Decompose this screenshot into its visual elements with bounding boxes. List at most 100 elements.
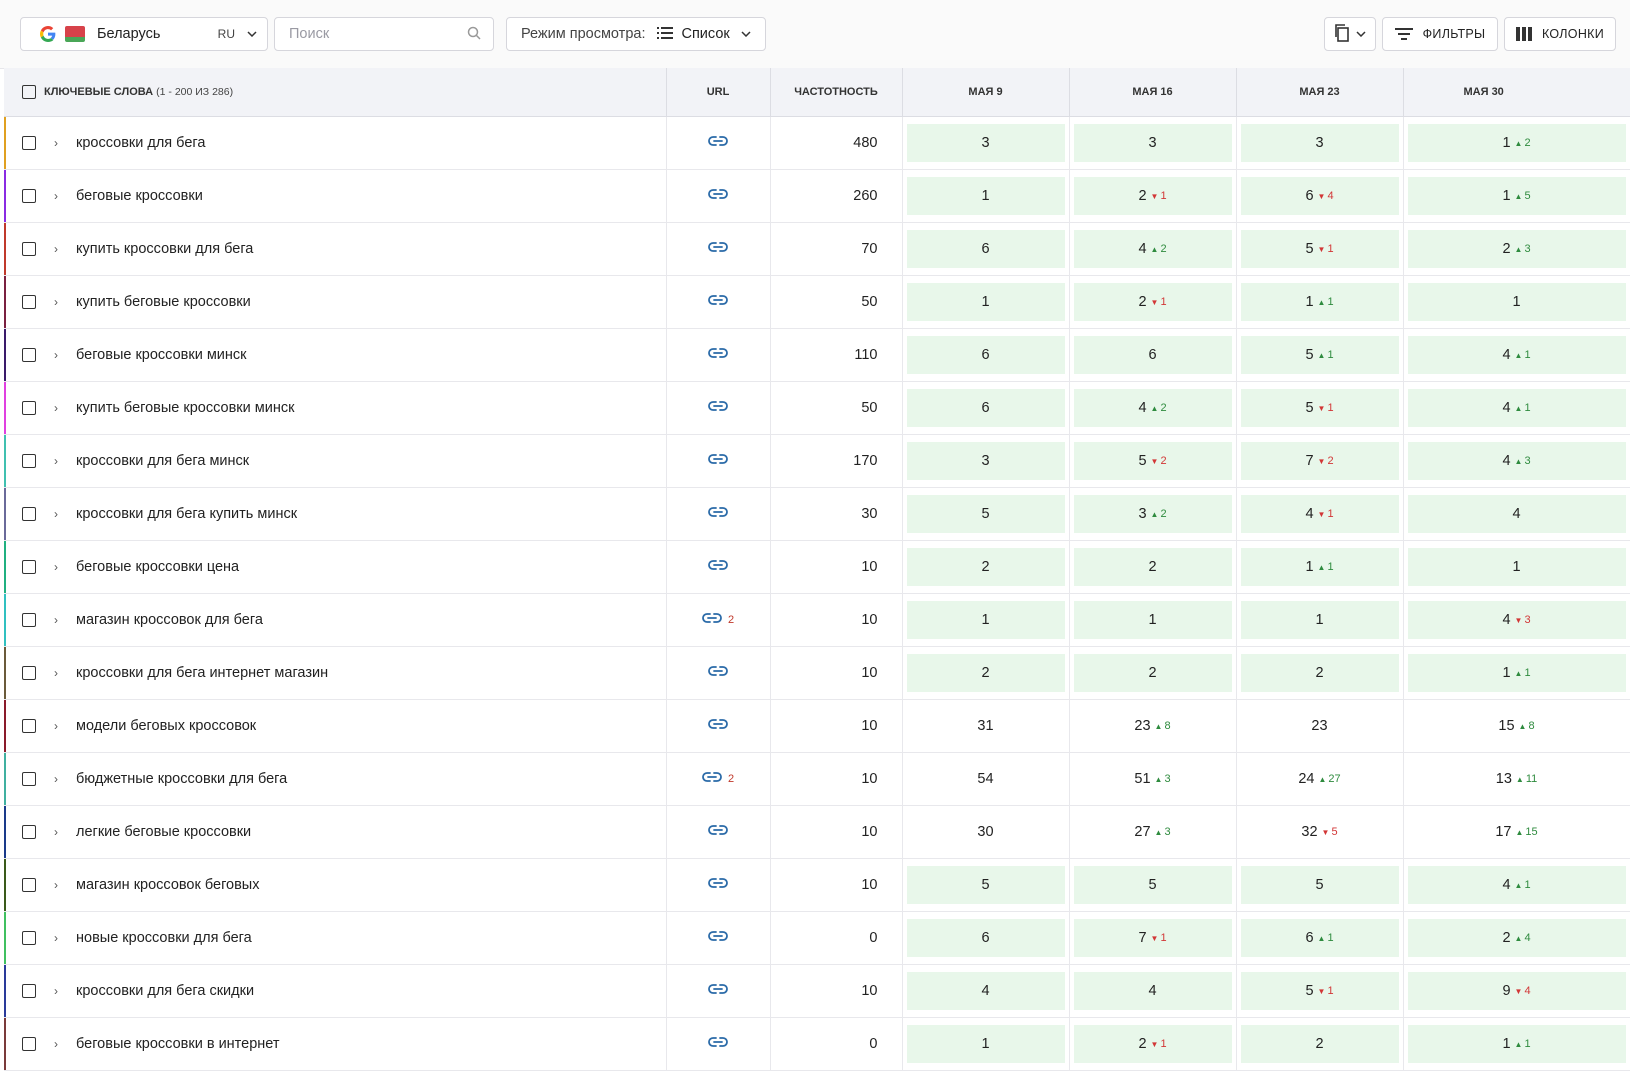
date-column-header[interactable]: МАЯ 23 xyxy=(1236,68,1404,117)
position-value-box[interactable]: 32 ▼ 5 xyxy=(1241,813,1399,851)
position-value-box[interactable]: 2 xyxy=(906,548,1065,586)
view-mode-selector[interactable]: Режим просмотра: Список xyxy=(506,17,766,51)
position-value-box[interactable]: 3 xyxy=(906,442,1065,480)
position-value-box[interactable]: 4 ▲ 2 xyxy=(1073,389,1232,427)
position-value-box[interactable]: 1 xyxy=(906,1025,1065,1063)
expand-chevron-icon[interactable]: › xyxy=(54,454,64,468)
link-icon[interactable] xyxy=(708,506,728,522)
position-value-box[interactable]: 1 ▲ 1 xyxy=(1240,283,1399,321)
position-value-box[interactable]: 4 ▲ 2 xyxy=(1073,230,1232,268)
position-value-box[interactable]: 7 ▼ 1 xyxy=(1073,919,1232,957)
link-icon[interactable] xyxy=(708,1036,728,1052)
position-value-box[interactable]: 4 ▲ 1 xyxy=(1407,336,1626,374)
link-icon[interactable] xyxy=(708,665,728,681)
position-value-box[interactable]: 1 ▲ 1 xyxy=(1407,1025,1626,1063)
position-value-box[interactable]: 2 xyxy=(1240,654,1399,692)
position-value-box[interactable]: 3 xyxy=(1240,124,1399,162)
position-value-box[interactable]: 4 ▲ 3 xyxy=(1407,442,1626,480)
position-value-box[interactable]: 6 xyxy=(1073,336,1232,374)
expand-chevron-icon[interactable]: › xyxy=(54,825,64,839)
position-value-box[interactable]: 5 ▼ 2 xyxy=(1073,442,1232,480)
position-value-box[interactable]: 4 xyxy=(906,972,1065,1010)
link-icon[interactable] xyxy=(708,241,728,257)
date-column-header[interactable]: МАЯ 9 xyxy=(902,68,1070,117)
position-value-box[interactable]: 24 ▲ 27 xyxy=(1241,760,1399,798)
position-value-box[interactable]: 2 ▼ 1 xyxy=(1073,177,1232,215)
expand-chevron-icon[interactable]: › xyxy=(54,1037,64,1051)
position-value-box[interactable]: 6 ▲ 1 xyxy=(1240,919,1399,957)
position-value-box[interactable]: 4 ▲ 1 xyxy=(1407,389,1626,427)
position-value-box[interactable]: 7 ▼ 2 xyxy=(1240,442,1399,480)
position-value-box[interactable]: 1 xyxy=(906,283,1065,321)
link-icon[interactable] xyxy=(708,877,728,893)
expand-chevron-icon[interactable]: › xyxy=(54,348,64,362)
position-value-box[interactable]: 3 xyxy=(906,124,1065,162)
position-value-box[interactable]: 5 ▲ 1 xyxy=(1240,336,1399,374)
link-icon[interactable] xyxy=(708,930,728,946)
row-checkbox[interactable] xyxy=(22,984,36,999)
expand-chevron-icon[interactable]: › xyxy=(54,878,64,892)
expand-chevron-icon[interactable]: › xyxy=(54,136,64,150)
row-checkbox[interactable] xyxy=(22,613,36,628)
position-value-box[interactable]: 2 ▲ 4 xyxy=(1407,919,1626,957)
select-all-checkbox[interactable] xyxy=(22,85,36,99)
row-checkbox[interactable] xyxy=(22,348,36,363)
expand-chevron-icon[interactable]: › xyxy=(54,984,64,998)
position-value-box[interactable]: 1 xyxy=(1407,548,1626,586)
search-icon[interactable] xyxy=(467,26,481,43)
url-column-header[interactable]: URL xyxy=(666,68,771,117)
link-icon[interactable] xyxy=(708,135,728,151)
position-value-box[interactable]: 2 xyxy=(1073,548,1232,586)
link-icon[interactable] xyxy=(708,559,728,575)
expand-chevron-icon[interactable]: › xyxy=(54,613,64,627)
link-icon[interactable] xyxy=(708,400,728,416)
position-value-box[interactable]: 23 ▲ 8 xyxy=(1074,707,1232,745)
position-value-box[interactable]: 13 ▲ 11 xyxy=(1408,760,1626,798)
position-value-box[interactable]: 1 xyxy=(906,601,1065,639)
position-value-box[interactable]: 31 xyxy=(907,707,1065,745)
position-value-box[interactable]: 15 ▲ 8 xyxy=(1408,707,1626,745)
expand-chevron-icon[interactable]: › xyxy=(54,772,64,786)
position-value-box[interactable]: 6 xyxy=(906,230,1065,268)
position-value-box[interactable]: 2 ▲ 3 xyxy=(1407,230,1626,268)
row-checkbox[interactable] xyxy=(22,242,36,257)
expand-chevron-icon[interactable]: › xyxy=(54,719,64,733)
row-checkbox[interactable] xyxy=(22,931,36,946)
keywords-column-header[interactable]: КЛЮЧЕВЫЕ СЛОВА (1 - 200 ИЗ 286) xyxy=(4,68,667,117)
link-icon[interactable] xyxy=(708,824,728,840)
expand-chevron-icon[interactable]: › xyxy=(54,666,64,680)
position-value-box[interactable]: 6 xyxy=(906,919,1065,957)
position-value-box[interactable]: 1 xyxy=(1407,283,1626,321)
position-value-box[interactable]: 5 xyxy=(1073,866,1232,904)
link-icon[interactable] xyxy=(702,771,722,787)
position-value-box[interactable]: 1 ▲ 2 xyxy=(1407,124,1626,162)
position-value-box[interactable]: 30 xyxy=(907,813,1065,851)
position-value-box[interactable]: 5 xyxy=(906,495,1065,533)
position-value-box[interactable]: 1 ▲ 1 xyxy=(1407,654,1626,692)
position-value-box[interactable]: 5 ▼ 1 xyxy=(1240,230,1399,268)
position-value-box[interactable]: 3 xyxy=(1073,124,1232,162)
position-value-box[interactable]: 5 xyxy=(1240,866,1399,904)
expand-chevron-icon[interactable]: › xyxy=(54,242,64,256)
expand-chevron-icon[interactable]: › xyxy=(54,295,64,309)
row-checkbox[interactable] xyxy=(22,1037,36,1052)
copy-button[interactable] xyxy=(1324,17,1376,51)
link-icon[interactable] xyxy=(708,718,728,734)
position-value-box[interactable]: 5 ▼ 1 xyxy=(1240,972,1399,1010)
row-checkbox[interactable] xyxy=(22,719,36,734)
link-icon[interactable] xyxy=(708,347,728,363)
link-icon[interactable] xyxy=(708,294,728,310)
date-column-header[interactable]: МАЯ 30 xyxy=(1403,68,1630,117)
link-icon[interactable] xyxy=(708,453,728,469)
expand-chevron-icon[interactable]: › xyxy=(54,560,64,574)
row-checkbox[interactable] xyxy=(22,189,36,204)
row-checkbox[interactable] xyxy=(22,878,36,893)
position-value-box[interactable]: 27 ▲ 3 xyxy=(1074,813,1232,851)
row-checkbox[interactable] xyxy=(22,454,36,469)
frequency-column-header[interactable]: ЧАСТОТНОСТЬ xyxy=(770,68,903,117)
link-icon[interactable] xyxy=(708,188,728,204)
position-value-box[interactable]: 6 ▼ 4 xyxy=(1240,177,1399,215)
position-value-box[interactable]: 2 ▼ 1 xyxy=(1073,283,1232,321)
position-value-box[interactable]: 5 xyxy=(906,866,1065,904)
position-value-box[interactable]: 1 ▲ 1 xyxy=(1240,548,1399,586)
